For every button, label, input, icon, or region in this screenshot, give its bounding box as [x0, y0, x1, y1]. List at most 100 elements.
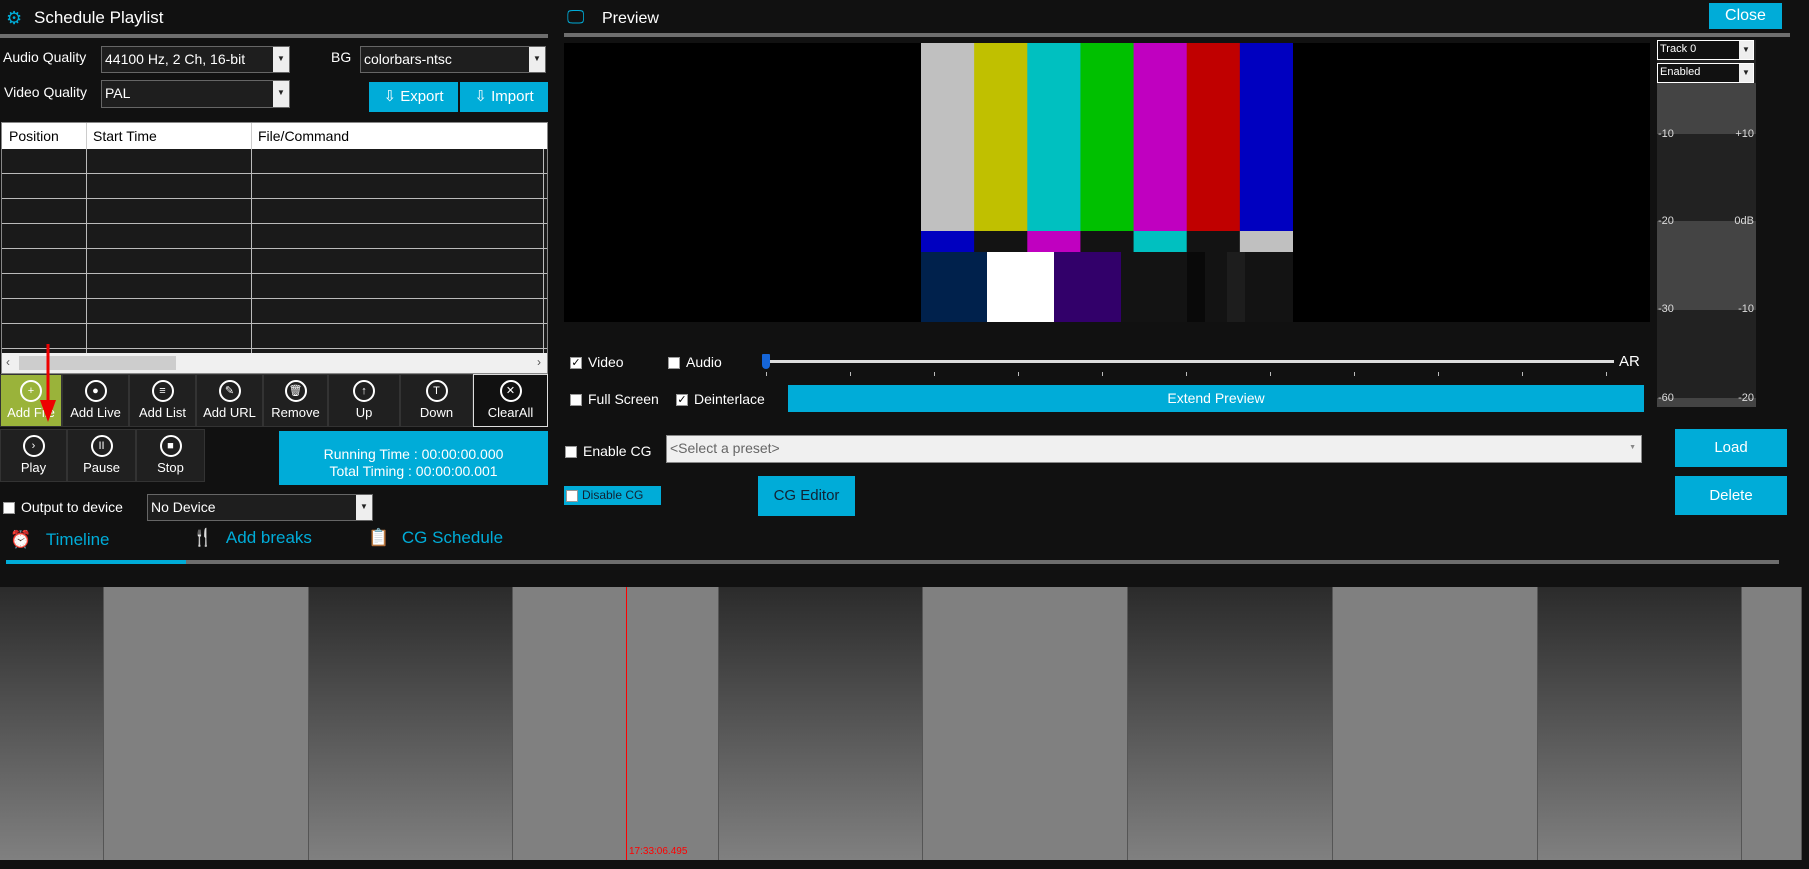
audio-quality-label: Audio Quality [3, 49, 87, 65]
timeline-segment[interactable] [1333, 587, 1538, 860]
color-bar [1080, 43, 1135, 231]
chevron-down-icon: ▼ [529, 47, 545, 72]
preset-select[interactable]: <Select a preset> ▼ [666, 435, 1642, 463]
fork-knife-icon: 🍴 [192, 528, 214, 547]
horizontal-scrollbar[interactable]: ‹ › [2, 353, 547, 373]
audio-quality-select[interactable]: 44100 Hz, 2 Ch, 16-bit ▼ [101, 46, 290, 73]
add-url-button[interactable]: ✎ Add URL [196, 374, 263, 427]
timeline-segment[interactable] [513, 587, 719, 860]
timeline-segment[interactable] [0, 587, 104, 860]
import-icon: ⇩ [474, 88, 487, 105]
playlist-table[interactable]: Position Start Time File/Command ‹ › [1, 122, 548, 374]
ar-label: AR [1619, 353, 1640, 370]
checkbox-checked[interactable]: ✓ [570, 357, 582, 370]
video-quality-value: PAL [105, 85, 131, 101]
load-button[interactable]: Load [1675, 429, 1787, 467]
close-button[interactable]: Close [1709, 3, 1782, 29]
extend-preview-button[interactable]: Extend Preview [788, 385, 1644, 412]
tab-label: Timeline [45, 530, 110, 549]
video-quality-select[interactable]: PAL ▼ [101, 80, 290, 108]
position-slider[interactable] [762, 352, 1614, 376]
export-button[interactable]: ⇩ Export [369, 82, 458, 112]
list-icon: ≡ [151, 380, 174, 402]
timeline-segment[interactable] [923, 587, 1128, 860]
import-label: Import [491, 88, 534, 105]
slider-tick [1102, 372, 1103, 376]
checkbox[interactable] [565, 446, 577, 459]
color-bar [987, 252, 1054, 322]
fullscreen-checkbox[interactable]: Full Screen [570, 391, 659, 407]
down-button[interactable]: T Down [400, 374, 473, 427]
timeline-segment[interactable] [1128, 587, 1333, 860]
checkbox-checked[interactable]: ✓ [676, 394, 688, 407]
timeline-segment[interactable] [1742, 587, 1802, 860]
chevron-down-icon: ▼ [1629, 444, 1636, 451]
stop-button[interactable]: ■ Stop [136, 429, 205, 482]
track-select[interactable]: Track 0 ▼ [1657, 40, 1754, 60]
scroll-left-icon[interactable]: ‹ [6, 355, 10, 369]
checkbox[interactable] [668, 357, 680, 370]
monitor-icon: 🖵 [567, 7, 585, 27]
video-checkbox[interactable]: ✓ Video [570, 354, 624, 370]
play-button[interactable]: › Play [0, 429, 67, 482]
timing-display: Running Time : 00:00:00.000 Total Timing… [279, 431, 548, 485]
tab-add-breaks[interactable]: 🍴 Add breaks [192, 528, 312, 548]
tab-label: CG Schedule [401, 528, 504, 547]
timeline-cursor[interactable] [626, 587, 627, 860]
checkbox[interactable] [570, 394, 582, 407]
column-header[interactable]: Start Time [93, 128, 157, 144]
meter-label: -30 [1658, 303, 1674, 315]
deinterlace-checkbox[interactable]: ✓ Deinterlace [676, 391, 765, 407]
button-label: Up [355, 405, 373, 420]
color-bar [1027, 43, 1081, 231]
disable-cg-button[interactable]: Disable CG [564, 486, 661, 505]
cg-editor-button[interactable]: CG Editor [758, 476, 855, 516]
enable-cg-checkbox[interactable]: Enable CG [565, 443, 651, 459]
enabled-value: Enabled [1660, 66, 1701, 78]
color-bar [1133, 231, 1188, 252]
timeline-segment[interactable] [1538, 587, 1742, 860]
column-header[interactable]: Position [9, 128, 59, 144]
color-bar [1080, 231, 1135, 252]
meter-label: -10 [1738, 303, 1754, 315]
alarm-clock-icon: ⏰ [10, 530, 32, 549]
device-select[interactable]: No Device ▼ [147, 494, 373, 521]
output-to-device-checkbox[interactable]: Output to device [3, 499, 123, 515]
slider-tick [1438, 372, 1439, 376]
slider-tick [850, 372, 851, 376]
color-bar [1186, 43, 1241, 231]
import-button[interactable]: ⇩ Import [460, 82, 548, 112]
audio-checkbox[interactable]: Audio [668, 354, 722, 370]
enabled-select[interactable]: Enabled ▼ [1657, 63, 1754, 83]
add-live-button[interactable]: ● Add Live [62, 374, 129, 427]
pause-button[interactable]: II Pause [67, 429, 136, 482]
bg-select[interactable]: colorbars-ntsc ▼ [360, 46, 546, 73]
timeline[interactable]: 17:33:06.495 [0, 587, 1802, 860]
pause-icon: II [90, 435, 113, 457]
audio-meter: -10 +10 -20 0dB -30 -10 -60 -20 [1657, 40, 1756, 407]
tab-timeline[interactable]: ⏰ Timeline [10, 530, 110, 550]
slider-thumb[interactable] [762, 354, 770, 369]
timeline-segment[interactable] [104, 587, 309, 860]
button-label: Add List [139, 405, 186, 420]
button-label: Down [419, 405, 454, 420]
add-list-button[interactable]: ≡ Add List [129, 374, 196, 427]
checkbox[interactable] [566, 489, 578, 502]
scroll-right-icon[interactable]: › [537, 355, 541, 369]
color-bar [1227, 252, 1245, 322]
meter-label: -20 [1658, 215, 1674, 227]
clearall-button[interactable]: ✕ ClearAll [473, 374, 548, 427]
checkbox[interactable] [3, 502, 15, 515]
up-button[interactable]: ↑ Up [328, 374, 400, 427]
remove-button[interactable]: 🗑 Remove [263, 374, 328, 427]
calendar-icon: 📋 [368, 528, 390, 547]
timeline-segment[interactable] [719, 587, 923, 860]
color-bar [974, 43, 1028, 231]
color-bar [921, 231, 975, 252]
timeline-segment[interactable] [309, 587, 513, 860]
color-bar [1027, 231, 1081, 252]
bg-value: colorbars-ntsc [364, 51, 452, 67]
column-header[interactable]: File/Command [258, 128, 349, 144]
delete-button[interactable]: Delete [1675, 476, 1787, 515]
tab-cg-schedule[interactable]: 📋 CG Schedule [368, 528, 503, 548]
